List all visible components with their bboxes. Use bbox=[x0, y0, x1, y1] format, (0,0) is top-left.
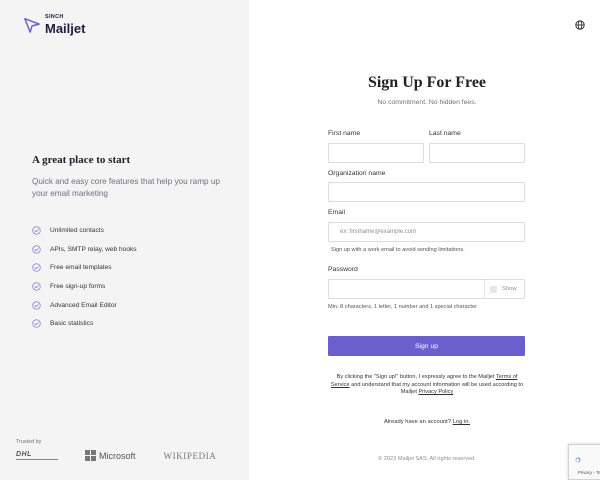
recaptcha-icon bbox=[575, 457, 581, 463]
password-hint: Min. 8 characters, 1 letter, 1 number an… bbox=[328, 304, 477, 310]
last-name-label: Last name bbox=[429, 130, 461, 137]
page-title: Sign Up For Free bbox=[367, 74, 487, 91]
login-prompt: Already have an account? Log in. bbox=[329, 419, 525, 425]
organization-field[interactable] bbox=[328, 182, 525, 202]
copyright: © 2023 Mailjet SAS. All rights reserved. bbox=[378, 456, 476, 462]
microsoft-logo-text: Microsoft bbox=[99, 450, 136, 461]
feature-label: Free email templates bbox=[50, 264, 112, 272]
feature-label: Basic statistics bbox=[50, 320, 94, 328]
trusted-brands: DHL Microsoft WIKIPEDIA bbox=[16, 450, 216, 461]
feature-label: Free sign-up forms bbox=[50, 282, 106, 290]
feature-item: Advanced Email Editor bbox=[32, 296, 137, 315]
left-subheading: Quick and easy core features that help y… bbox=[32, 177, 220, 198]
email-field[interactable] bbox=[328, 222, 525, 242]
dhl-logo: DHL bbox=[16, 451, 58, 460]
first-name-field[interactable] bbox=[328, 143, 424, 163]
mailjet-logo[interactable]: SINCH Mailjet bbox=[23, 14, 86, 36]
login-prompt-text: Already have an account? bbox=[383, 419, 453, 425]
left-heading: A great place to start bbox=[32, 154, 131, 166]
password-label: Password bbox=[328, 266, 358, 273]
feature-item: Free email templates bbox=[32, 258, 137, 277]
page-tagline: No commitment. No hidden fees. bbox=[377, 99, 477, 106]
show-password-label: Show bbox=[502, 286, 517, 292]
sign-up-button[interactable]: Sign up bbox=[328, 336, 525, 356]
feature-item: Unlimited contacts bbox=[32, 221, 137, 240]
last-name-field[interactable] bbox=[429, 143, 525, 163]
organization-label: Organization name bbox=[328, 170, 386, 177]
email-label: Email bbox=[328, 209, 345, 216]
feature-list: Unlimited contacts APIs, SMTP relay, web… bbox=[32, 221, 137, 333]
trusted-by-label: Trusted by bbox=[16, 439, 42, 445]
microsoft-logo: Microsoft bbox=[85, 450, 136, 461]
feature-label: APIs, SMTP relay, web hooks bbox=[50, 245, 137, 253]
recaptcha-badge[interactable]: Privacy - Terms bbox=[568, 444, 600, 480]
legal-text-pre: By clicking the "Sign up!" button, I exp… bbox=[336, 374, 496, 380]
check-circle-icon bbox=[32, 319, 41, 328]
feature-item: Free sign-up forms bbox=[32, 277, 137, 296]
feature-label: Advanced Email Editor bbox=[50, 301, 117, 309]
legal-text: By clicking the "Sign up!" button, I exp… bbox=[329, 374, 525, 397]
wikipedia-logo: WIKIPEDIA bbox=[163, 450, 217, 461]
microsoft-grid-icon bbox=[85, 450, 96, 461]
paper-plane-icon bbox=[24, 17, 40, 33]
feature-item: APIs, SMTP relay, web hooks bbox=[32, 240, 137, 259]
show-password-toggle[interactable]: Show bbox=[484, 279, 525, 299]
feature-label: Unlimited contacts bbox=[50, 226, 104, 234]
logo-mailjet-text: Mailjet bbox=[45, 20, 86, 36]
privacy-policy-link[interactable]: Privacy Policy bbox=[418, 389, 453, 395]
recaptcha-text: Privacy - Terms bbox=[577, 470, 600, 475]
check-circle-icon bbox=[32, 282, 41, 291]
show-password-checkbox[interactable] bbox=[490, 285, 497, 293]
left-panel: SINCH Mailjet A great place to start Qui… bbox=[0, 0, 249, 480]
logo-sinch-text: SINCH bbox=[45, 14, 64, 20]
email-hint: Sign up with a work email to avoid sendi… bbox=[331, 247, 465, 253]
check-circle-icon bbox=[32, 226, 41, 235]
check-circle-icon bbox=[32, 244, 41, 254]
login-link[interactable]: Log in. bbox=[453, 419, 470, 425]
feature-item: Basic statistics bbox=[32, 314, 137, 333]
globe-icon[interactable] bbox=[575, 20, 585, 30]
check-circle-icon bbox=[32, 300, 41, 310]
first-name-label: First name bbox=[328, 130, 361, 137]
check-circle-icon bbox=[32, 263, 41, 272]
